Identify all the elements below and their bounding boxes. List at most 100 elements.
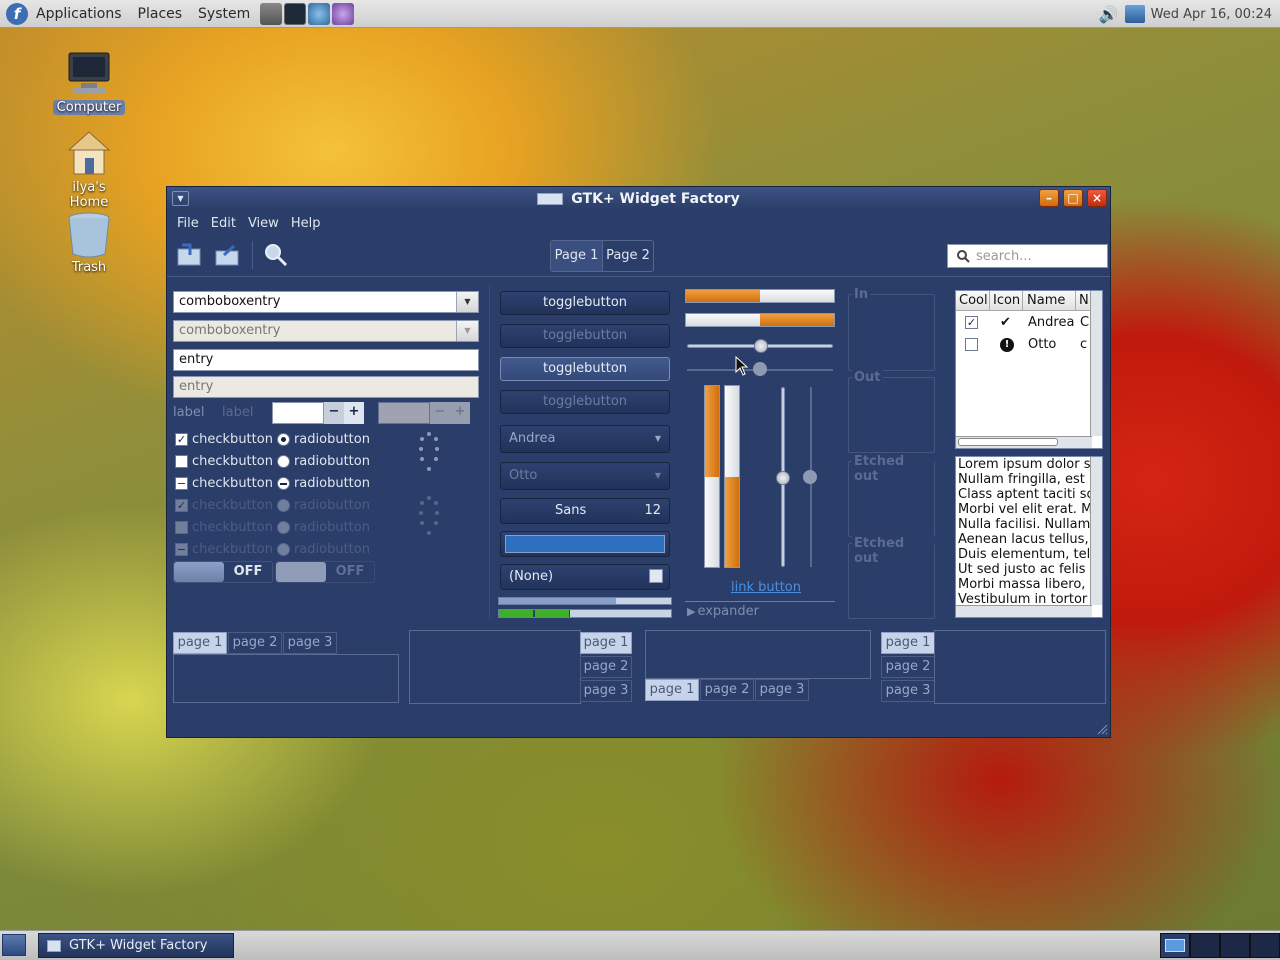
notebook1-tab-page-1[interactable]: page 1 [173, 632, 227, 654]
plus-icon[interactable]: + [344, 402, 364, 424]
tree-row[interactable]: ✓ ✔ Andrea C [956, 311, 1102, 333]
tree-view[interactable]: Cool Icon Name N ✓ ✔ Andrea C ! Otto c [955, 290, 1103, 449]
desktop-icon-home[interactable]: ilya's Home [49, 130, 129, 210]
window-titlebar[interactable]: ▼ GTK+ Widget Factory – □ × [167, 187, 1110, 211]
clock[interactable]: Wed Apr 16, 00:24 [1151, 7, 1272, 22]
color-button[interactable] [500, 531, 670, 557]
file-chooser-button[interactable]: (None) [500, 564, 670, 590]
radiobutton-2[interactable] [276, 454, 290, 468]
expander-label: expander [697, 604, 759, 619]
tab-page-1[interactable]: Page 1 [551, 241, 602, 271]
scale-handle[interactable] [754, 339, 768, 353]
notebook4-tab-page-3[interactable]: page 3 [881, 680, 935, 702]
spinbutton-1[interactable]: − + [272, 402, 364, 424]
progressbar-2 [498, 609, 672, 618]
window-menu-button[interactable]: ▼ [172, 191, 189, 206]
switch-off[interactable]: OFF [173, 561, 273, 583]
network-icon[interactable] [1124, 5, 1145, 23]
search-find-icon[interactable] [263, 242, 289, 268]
checkbutton-3-inconsistent[interactable]: − [175, 476, 188, 490]
togglebutton-3-active[interactable]: togglebutton [500, 357, 670, 381]
column-header-name[interactable]: Name [1023, 291, 1076, 310]
menu-edit[interactable]: Edit [205, 216, 242, 231]
notebook4-tab-page-2[interactable]: page 2 [881, 656, 935, 678]
cool-checkbox[interactable] [965, 337, 978, 351]
workspace-3[interactable] [1220, 933, 1250, 958]
hprogress-1 [685, 289, 835, 303]
notebook1-tab-page-2[interactable]: page 2 [228, 632, 282, 654]
browser-launcher-icon[interactable] [308, 2, 331, 25]
entry-1[interactable]: entry [173, 349, 479, 371]
terminal-launcher-icon[interactable] [284, 2, 307, 25]
combobox-andrea[interactable]: Andrea ▼ [500, 425, 670, 453]
vertical-scrollbar[interactable] [1090, 457, 1102, 605]
notebook2-tab-page-3[interactable]: page 3 [580, 680, 632, 702]
expander[interactable]: ▶ expander [687, 604, 759, 619]
tab-page-2[interactable]: Page 2 [602, 241, 653, 271]
column-header-cool[interactable]: Cool [956, 291, 990, 310]
pidgin-launcher-icon[interactable] [332, 2, 355, 25]
desktop-icon-trash[interactable]: Trash [49, 210, 129, 275]
radiobutton-1[interactable] [276, 432, 290, 446]
show-desktop-icon[interactable] [2, 934, 26, 956]
column-header-icon[interactable]: Icon [990, 291, 1023, 310]
tree-row[interactable]: ! Otto c [956, 333, 1102, 355]
places-menu[interactable]: Places [130, 0, 191, 28]
frame-label: Out [852, 370, 883, 385]
system-menu[interactable]: System [190, 0, 258, 28]
open-folder-icon[interactable] [214, 243, 240, 267]
link-button[interactable]: link button [731, 580, 801, 595]
applications-menu[interactable]: Applications [28, 0, 130, 28]
close-button[interactable]: × [1087, 189, 1107, 207]
horizontal-scrollbar[interactable] [956, 436, 1092, 448]
chevron-down-icon: ▼ [654, 471, 661, 480]
text-view[interactable]: Lorem ipsum dolor si Nullam fringilla, e… [955, 456, 1103, 618]
search-entry[interactable]: search... [947, 244, 1108, 268]
notebook3-tab-page-2[interactable]: page 2 [700, 679, 754, 701]
vertical-scrollbar[interactable] [1090, 291, 1102, 436]
vscale-1[interactable] [776, 387, 790, 567]
checkbutton-label: checkbutton [192, 475, 273, 491]
frame-in: In [848, 287, 935, 371]
notebook4-tab-page-1[interactable]: page 1 [881, 632, 935, 654]
hscale-1[interactable] [687, 339, 833, 353]
minimize-button[interactable]: – [1039, 189, 1059, 207]
chevron-down-icon[interactable]: ▼ [456, 292, 478, 312]
column-header-n[interactable]: N [1076, 291, 1090, 310]
frame-label: Etched out [852, 454, 934, 484]
togglebutton-1[interactable]: togglebutton [500, 291, 670, 315]
desktop-icon-computer[interactable]: Computer [49, 50, 129, 115]
scale-handle[interactable] [776, 471, 790, 485]
menu-help[interactable]: Help [285, 216, 327, 231]
hprogress-2 [685, 313, 835, 327]
notebook3-tab-page-3[interactable]: page 3 [755, 679, 809, 701]
notebook3-tab-page-1[interactable]: page 1 [645, 679, 699, 701]
radiobutton-3-inconsistent[interactable] [276, 476, 290, 490]
menu-view[interactable]: View [242, 216, 285, 231]
workspace-1[interactable] [1160, 933, 1190, 958]
file-manager-launcher-icon[interactable] [260, 2, 283, 25]
cool-checkbox[interactable]: ✓ [965, 315, 978, 329]
text-line: Class aptent taciti so [958, 487, 1095, 502]
notebook2-tab-page-1[interactable]: page 1 [580, 632, 632, 654]
resize-grip-icon[interactable] [1096, 723, 1108, 735]
workspace-4[interactable] [1250, 933, 1280, 958]
comboboxentry-1[interactable]: comboboxentry ▼ [173, 291, 479, 313]
workspace-2[interactable] [1190, 933, 1220, 958]
search-placeholder: search... [976, 248, 1032, 264]
checkbutton-1[interactable]: ✓ [175, 432, 188, 446]
font-button[interactable]: Sans 12 [500, 498, 670, 524]
fedora-logo-icon[interactable]: f [6, 2, 28, 25]
taskbar-window-button[interactable]: GTK+ Widget Factory [38, 933, 234, 958]
volume-icon[interactable]: 🔊 [1099, 5, 1119, 24]
checkbutton-label: checkbutton [192, 453, 273, 469]
maximize-button[interactable]: □ [1063, 189, 1083, 207]
minus-icon[interactable]: − [324, 402, 344, 424]
menu-file[interactable]: File [171, 216, 205, 231]
scrollbar-thumb[interactable] [958, 438, 1058, 446]
save-document-icon[interactable] [176, 243, 202, 267]
notebook2-tab-page-2[interactable]: page 2 [580, 656, 632, 678]
notebook1-tab-page-3[interactable]: page 3 [283, 632, 337, 654]
checkbutton-2[interactable] [175, 454, 188, 468]
horizontal-scrollbar[interactable] [956, 605, 1092, 617]
